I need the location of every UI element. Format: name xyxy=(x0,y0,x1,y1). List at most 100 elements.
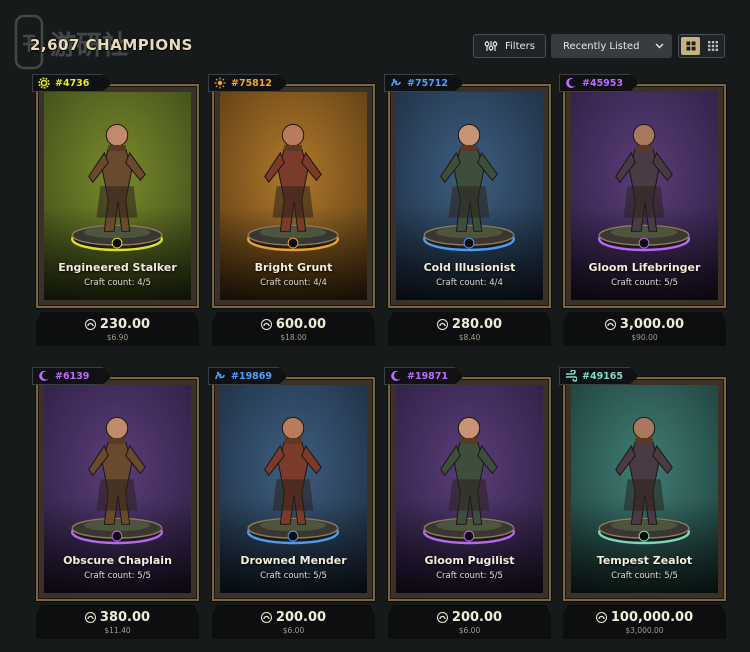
wind-icon xyxy=(564,370,577,383)
wave-icon xyxy=(213,370,226,383)
champion-name: Engineered Stalker xyxy=(58,261,177,274)
coin-icon xyxy=(260,612,272,623)
craft-count: Craft count: 5/5 xyxy=(611,571,678,581)
price-box: 280.00 $8.40 xyxy=(388,312,551,346)
price-value: 600.00 xyxy=(275,317,327,332)
grid-large-icon xyxy=(686,41,695,51)
champion-id: #75712 xyxy=(407,77,449,89)
price-box: 600.00 $18.00 xyxy=(212,312,375,346)
champion-id-tag: #19871 xyxy=(384,367,464,385)
champion-name: Obscure Chaplain xyxy=(63,554,172,567)
coin-icon xyxy=(436,612,448,623)
grid-large-view-button[interactable] xyxy=(681,37,700,55)
price-usd: $90.00 xyxy=(631,333,658,342)
craft-count: Craft count: 5/5 xyxy=(260,571,327,581)
grid-small-view-button[interactable] xyxy=(703,37,722,55)
champion-id: #6139 xyxy=(55,370,90,382)
coin-icon xyxy=(260,319,272,330)
price-value: 3,000.00 xyxy=(619,317,685,332)
champion-card[interactable]: Gloom Pugilist Craft count: 5/5 xyxy=(388,377,551,601)
filter-icon xyxy=(484,41,498,51)
price-value: 230.00 xyxy=(99,317,151,332)
craft-count: Craft count: 4/4 xyxy=(436,278,503,288)
price-box: 200.00 $6.00 xyxy=(388,605,551,639)
coin-icon xyxy=(84,319,96,330)
champion-card[interactable]: Gloom Lifebringer Craft count: 5/5 xyxy=(563,84,726,308)
champion-id: #45953 xyxy=(582,77,624,89)
filters-label: Filters xyxy=(505,40,535,52)
price-usd: $6.00 xyxy=(458,626,481,635)
champion-name: Gloom Lifebringer xyxy=(588,261,701,274)
price-main: 600.00 xyxy=(212,317,375,332)
chevron-down-icon xyxy=(655,43,664,49)
coin-icon xyxy=(436,319,448,330)
champion-id: #19869 xyxy=(231,370,273,382)
champion-id: #49165 xyxy=(582,370,624,382)
price-box: 380.00 $11.40 xyxy=(36,605,199,639)
champion-name: Tempest Zealot xyxy=(596,554,693,567)
price-value: 100,000.00 xyxy=(610,610,694,625)
price-usd: $18.00 xyxy=(280,333,307,342)
craft-count: Craft count: 5/5 xyxy=(436,571,503,581)
champion-id-tag: #19869 xyxy=(208,367,288,385)
header-bar: 2,607 CHAMPIONS Filters Recently Listed xyxy=(0,0,750,76)
view-toggle xyxy=(678,34,725,58)
price-main: 3,000.00 xyxy=(563,317,726,332)
champion-name: Bright Grunt xyxy=(254,261,333,274)
craft-count: Craft count: 4/5 xyxy=(84,278,151,288)
page-title: 2,607 CHAMPIONS xyxy=(30,36,193,54)
price-usd: $3,000.00 xyxy=(625,626,664,635)
champion-id-tag: #45953 xyxy=(559,74,639,92)
wave-icon xyxy=(389,77,402,90)
price-box: 100,000.00 $3,000.00 xyxy=(563,605,726,639)
sun-icon xyxy=(213,77,226,90)
champion-name: Gloom Pugilist xyxy=(424,554,515,567)
champion-card[interactable]: Obscure Chaplain Craft count: 5/5 xyxy=(36,377,199,601)
moon-icon xyxy=(37,370,50,383)
price-box: 200.00 $6.00 xyxy=(212,605,375,639)
champion-card[interactable]: Tempest Zealot Craft count: 5/5 xyxy=(563,377,726,601)
champion-name: Drowned Mender xyxy=(240,554,347,567)
price-usd: $8.40 xyxy=(458,333,481,342)
champion-id-tag: #6139 xyxy=(32,367,112,385)
price-main: 380.00 xyxy=(36,610,199,625)
sort-label: Recently Listed xyxy=(563,40,640,52)
price-usd: $6.90 xyxy=(106,333,129,342)
coin-icon xyxy=(84,612,96,623)
price-main: 230.00 xyxy=(36,317,199,332)
price-main: 200.00 xyxy=(388,610,551,625)
price-box: 230.00 $6.90 xyxy=(36,312,199,346)
champion-id: #19871 xyxy=(407,370,449,382)
coin-icon xyxy=(604,319,616,330)
price-value: 380.00 xyxy=(99,610,151,625)
champion-id: #75812 xyxy=(231,77,273,89)
champion-id-tag: #49165 xyxy=(559,367,639,385)
price-usd: $11.40 xyxy=(104,626,131,635)
sort-select[interactable]: Recently Listed xyxy=(551,34,672,58)
champion-card[interactable]: Bright Grunt Craft count: 4/4 xyxy=(212,84,375,308)
price-value: 200.00 xyxy=(451,610,503,625)
price-value: 280.00 xyxy=(451,317,503,332)
champion-id-tag: #4736 xyxy=(32,74,112,92)
moon-icon xyxy=(564,77,577,90)
champion-name: Cold Illusionist xyxy=(423,261,516,274)
champion-card[interactable]: Cold Illusionist Craft count: 4/4 xyxy=(388,84,551,308)
coin-icon xyxy=(595,612,607,623)
champion-card[interactable]: Drowned Mender Craft count: 5/5 xyxy=(212,377,375,601)
moon-icon xyxy=(389,370,402,383)
gear-icon xyxy=(37,77,50,90)
price-box: 3,000.00 $90.00 xyxy=(563,312,726,346)
champion-id: #4736 xyxy=(55,77,90,89)
filters-button[interactable]: Filters xyxy=(473,34,546,58)
price-value: 200.00 xyxy=(275,610,327,625)
craft-count: Craft count: 5/5 xyxy=(84,571,151,581)
grid-small-icon xyxy=(707,41,718,51)
craft-count: Craft count: 5/5 xyxy=(611,278,678,288)
champion-id-tag: #75812 xyxy=(208,74,288,92)
craft-count: Craft count: 4/4 xyxy=(260,278,327,288)
champion-card[interactable]: Engineered Stalker Craft count: 4/5 xyxy=(36,84,199,308)
price-main: 200.00 xyxy=(212,610,375,625)
champion-id-tag: #75712 xyxy=(384,74,464,92)
price-usd: $6.00 xyxy=(282,626,305,635)
price-main: 280.00 xyxy=(388,317,551,332)
